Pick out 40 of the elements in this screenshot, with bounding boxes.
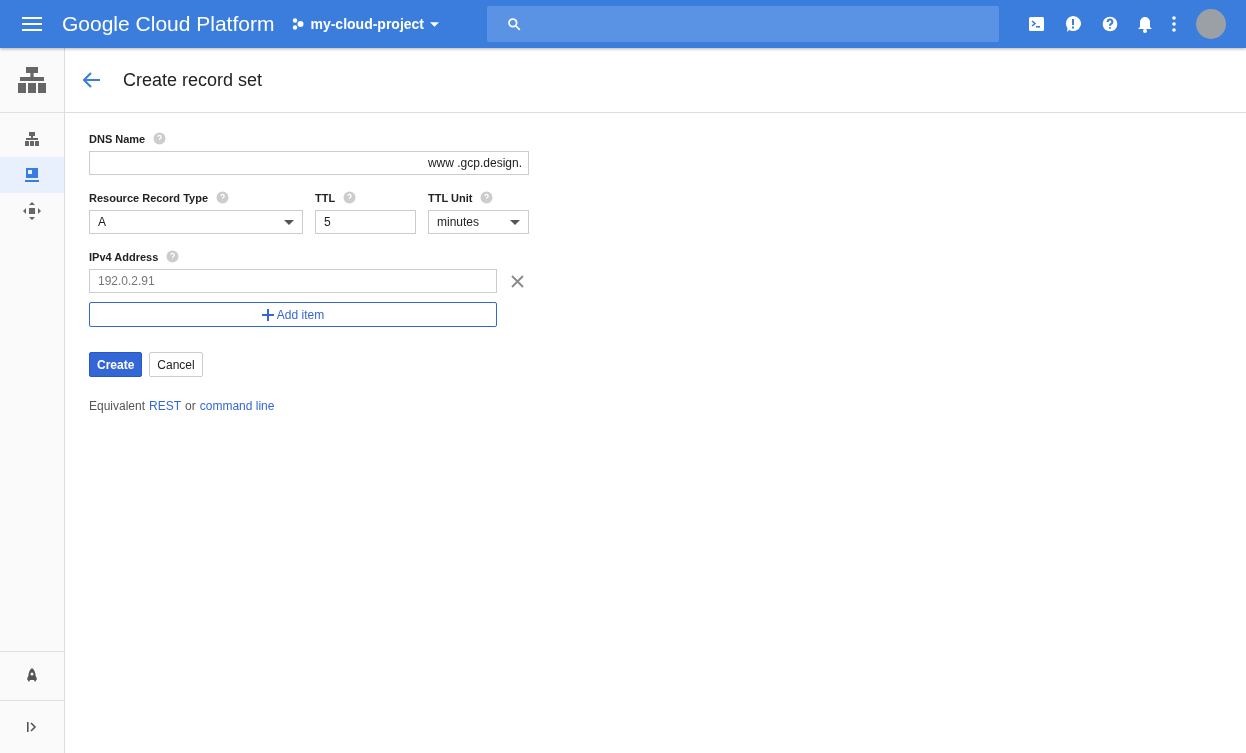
footer-text: or [185, 399, 196, 413]
field-label: TTL [315, 191, 336, 204]
more-vert-icon[interactable] [1172, 16, 1176, 32]
network-hierarchy-icon [18, 67, 46, 93]
nav-item[interactable] [0, 157, 64, 193]
ipv4-address-field[interactable]: 192.0.2.91 [89, 269, 497, 293]
menu-icon[interactable] [22, 17, 42, 31]
monitor-icon [25, 168, 39, 182]
search-icon [507, 17, 522, 31]
command-line-link[interactable]: command line [199, 399, 275, 413]
back-arrow-icon[interactable] [83, 72, 101, 88]
project-selector[interactable]: my-cloud-project [292, 16, 440, 32]
ttl-field[interactable]: 5 [315, 210, 416, 234]
field-label: Resource Record Type [89, 191, 208, 204]
notifications-icon[interactable] [1138, 15, 1152, 33]
close-icon[interactable] [511, 274, 524, 288]
terminal-icon[interactable] [1029, 17, 1044, 31]
dropdown-caret-icon [284, 219, 294, 225]
search-field[interactable] [487, 6, 1000, 42]
dns-name-field[interactable]: www .gcp.design. [89, 151, 529, 175]
move-arrows-icon [23, 202, 41, 220]
create-button[interactable]: Create [89, 352, 143, 377]
caret-icon [430, 21, 440, 27]
field-label: TTL Unit [428, 191, 473, 204]
record-type-dropdown[interactable]: A [89, 210, 303, 234]
add-item-button[interactable]: Add item [89, 302, 497, 327]
help-icon[interactable] [1102, 16, 1118, 32]
field-label: DNS Name [89, 132, 146, 145]
plus-icon [261, 308, 274, 321]
hierarchy-icon [25, 132, 39, 146]
dropdown-caret-icon [510, 219, 520, 225]
field-label: IPv4 Address [89, 250, 159, 263]
rest-link[interactable]: REST [149, 399, 182, 413]
footer-text: Equivalent [89, 399, 146, 413]
project-dots-icon [292, 18, 305, 30]
app-title: Google Cloud Platform [62, 12, 275, 36]
ttl-unit-dropdown[interactable]: minutes [428, 210, 529, 234]
cancel-button[interactable]: Cancel [149, 352, 203, 377]
feedback-icon[interactable] [1064, 15, 1082, 33]
page-title: Create record set [123, 69, 263, 91]
